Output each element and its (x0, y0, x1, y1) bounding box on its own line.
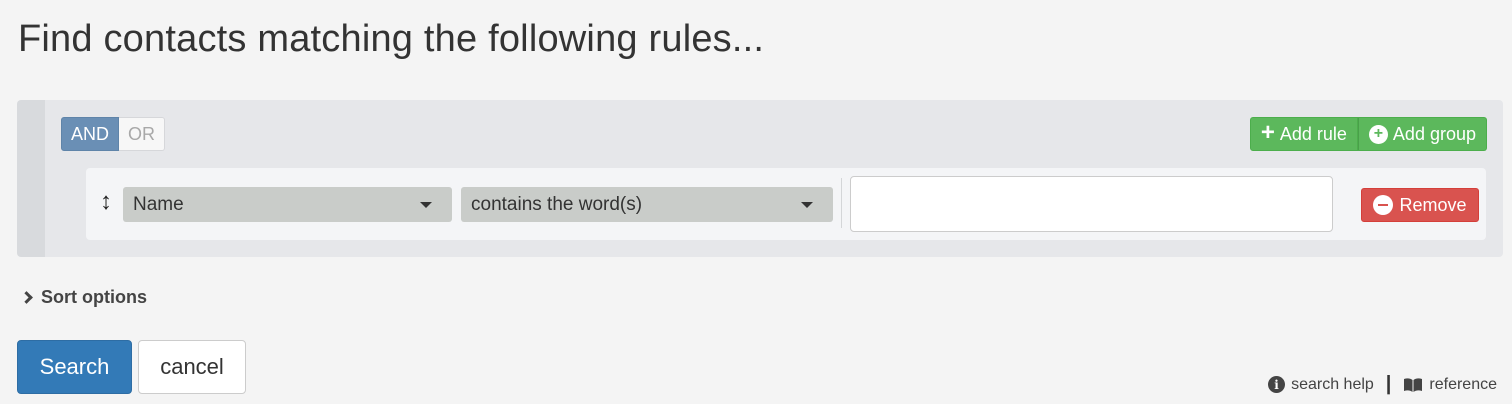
search-help-label: search help (1291, 375, 1374, 393)
add-group-label: Add group (1392, 124, 1476, 144)
plus-icon: + (1260, 119, 1275, 146)
and-button[interactable]: AND (61, 117, 120, 151)
field-select-value: Name (133, 194, 184, 215)
separator: | (1385, 373, 1392, 395)
chevron-right-icon (20, 291, 33, 304)
rule-row: ↕ Name contains the word(s) Remove (86, 168, 1486, 240)
circle-plus-icon: + (1368, 124, 1388, 144)
remove-rule-button[interactable]: Remove (1361, 188, 1479, 222)
page-title: Find contacts matching the following rul… (18, 18, 765, 60)
rule-value-input[interactable] (850, 176, 1333, 232)
cancel-button[interactable]: cancel (138, 340, 246, 394)
operator-select-value: contains the word(s) (471, 194, 643, 215)
add-actions: + Add rule + Add group (1249, 117, 1487, 151)
operator-select[interactable]: contains the word(s) (461, 187, 833, 222)
sort-options-toggle[interactable]: Sort options (20, 287, 147, 308)
field-select[interactable]: Name (123, 187, 452, 222)
info-icon: i (1268, 376, 1286, 393)
add-rule-label: Add rule (1279, 124, 1347, 144)
book-icon (1404, 377, 1423, 392)
drag-handle-icon[interactable]: ↕ (100, 190, 112, 214)
sort-options-label: Sort options (41, 287, 147, 307)
reference-label: reference (1429, 375, 1497, 393)
add-rule-button[interactable]: + Add rule (1249, 117, 1358, 151)
help-links: i search help | reference (1268, 373, 1497, 396)
remove-label: Remove (1399, 194, 1467, 215)
conjunction-toggle: AND OR (61, 117, 166, 151)
minus-circle-icon (1373, 195, 1394, 215)
add-group-button[interactable]: + Add group (1357, 117, 1487, 151)
search-help-link[interactable]: i search help (1268, 376, 1374, 394)
search-button[interactable]: Search (17, 340, 132, 394)
or-button[interactable]: OR (119, 117, 166, 151)
divider (841, 178, 842, 228)
caret-down-icon (801, 202, 813, 208)
reference-link[interactable]: reference (1403, 376, 1497, 394)
query-builder: AND OR + Add rule + Add group ↕ Name con… (17, 100, 1503, 257)
caret-down-icon (420, 202, 432, 208)
